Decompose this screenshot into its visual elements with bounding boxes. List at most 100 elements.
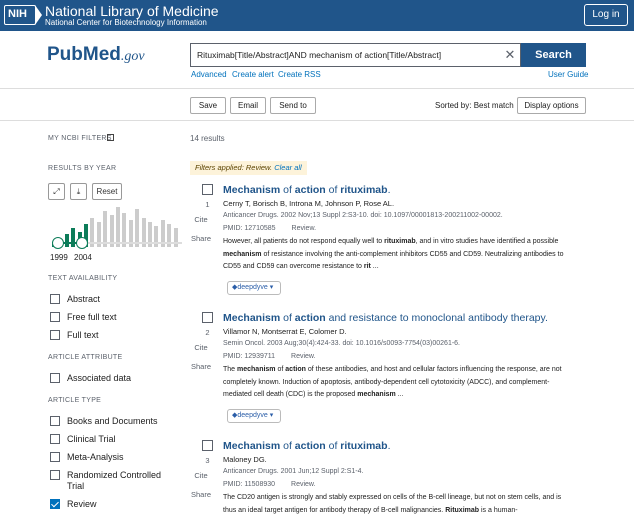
histogram-bar[interactable] [64,234,69,247]
histogram-bar[interactable] [116,207,120,247]
article-title-link[interactable]: Mechanism of action and resistance to mo… [223,312,548,324]
snippet-fragment: mechanism [223,250,262,258]
article-snippet: However, all patients do not respond equ… [223,236,568,274]
advanced-link[interactable]: Advanced [191,70,227,79]
article-title-link[interactable]: Mechanism of action of rituximab. [223,440,390,452]
title-fragment: action [294,184,326,196]
close-icon[interactable]: ✕ [502,46,518,64]
snippet-fragment: mechanism [357,391,396,398]
title-fragment: of [280,440,295,452]
display-options-button[interactable]: Display options [517,97,586,114]
associated-data-checkbox[interactable] [50,373,60,383]
clear-all-link[interactable]: Clear all [274,163,302,172]
full-text-link-button[interactable]: ◆deepdyve ▾ [227,281,281,295]
article-pmid-row: PMID: 12710585 Review. [223,225,316,232]
title-fragment: . [387,440,391,452]
nih-header-bar: NIH National Library of Medicine Nationa… [0,0,634,31]
review-checkbox[interactable] [50,499,60,509]
snippet-fragment: rituximab [384,238,416,245]
filter-label[interactable]: Full text [67,330,99,341]
filter-label[interactable]: Randomized Controlled Trial [67,470,167,492]
clinical-trial-checkbox[interactable] [50,434,60,444]
share-button[interactable]: Share [190,362,212,371]
snippet-fragment: ... [395,391,404,398]
divider [0,120,634,121]
title-fragment: of [325,184,341,196]
search-button[interactable]: Search [521,43,586,67]
article-type: Review. [291,481,316,488]
year-start-handle[interactable] [52,237,64,249]
user-guide-link[interactable]: User Guide [548,70,588,79]
article-title-link[interactable]: Mechanism of action of rituximab. [223,184,390,196]
filter-label[interactable]: Meta-Analysis [67,452,124,463]
year-histogram[interactable] [52,203,182,247]
snippet-fragment: The [223,366,238,373]
article-checkbox[interactable] [202,440,213,451]
divider [0,88,634,89]
title-fragment: Mechanism [223,440,281,452]
create-alert-link[interactable]: Create alert [232,70,274,79]
histogram-bar[interactable] [71,228,76,247]
nih-logo[interactable]: NIH [4,4,42,25]
filter-label[interactable]: Free full text [67,312,117,323]
external-link-icon[interactable] [107,134,114,141]
share-button[interactable]: Share [190,490,212,499]
cite-button[interactable]: Cite [190,471,212,480]
article-number: 1 [205,200,210,209]
snippet-fragment: is a human- [479,506,518,514]
login-button[interactable]: Log in [584,4,628,26]
title-fragment: action [294,312,326,324]
create-rss-link[interactable]: Create RSS [278,70,321,79]
histogram-bar[interactable] [173,228,178,247]
save-button[interactable]: Save [190,97,226,114]
title-fragment: action [294,440,326,452]
filter-label[interactable]: Abstract [67,294,100,305]
title-fragment: of [325,440,341,452]
year-start-label: 1999 [50,253,68,262]
full-text-link-button[interactable]: ◆deepdyve ▾ [227,409,281,423]
filter-label[interactable]: Books and Documents [67,416,158,427]
snippet-fragment: action [285,366,306,373]
free-full-text-checkbox[interactable] [50,312,60,322]
cite-button[interactable]: Cite [190,215,212,224]
text-availability-heading: TEXT AVAILABILITY [48,275,118,282]
expand-icon[interactable]: ⤢ [48,183,65,200]
books-documents-checkbox[interactable] [50,416,60,426]
article-checkbox[interactable] [202,184,213,195]
snippet-fragment: rit [363,263,371,270]
pubmed-logo[interactable]: PubMed.gov [47,44,145,66]
sort-label[interactable]: Sorted by: Best match [435,101,514,110]
reset-button[interactable]: Reset [92,183,122,200]
snippet-fragment: mechanism [237,366,276,373]
article-type: Review. [291,225,317,232]
article-type-heading: ARTICLE TYPE [48,397,102,404]
article-snippet: The mechanism of action of these antibod… [223,364,568,402]
snippet-fragment: ... [370,263,379,270]
filter-label[interactable]: Clinical Trial [67,434,116,445]
snippet-fragment: of resistance involving the anti-complem… [223,250,564,271]
article-number: 3 [205,456,210,465]
my-filters-heading[interactable]: MY NCBI FILTERS [48,135,112,142]
article-citation: Semin Oncol. 2003 Aug;30(4):424-33. doi:… [223,340,461,347]
rct-checkbox[interactable] [50,470,60,480]
filter-label[interactable]: Associated data [67,373,131,384]
org-name[interactable]: National Library of Medicine [45,3,219,19]
year-end-handle[interactable] [76,237,88,249]
filter-label[interactable]: Review [67,499,97,510]
send-to-button[interactable]: Send to [270,97,316,114]
share-button[interactable]: Share [190,234,212,243]
article-checkbox[interactable] [202,312,213,323]
org-subtitle: National Center for Biotechnology Inform… [45,18,207,27]
search-input[interactable]: Rituximab[Title/Abstract]AND mechanism o… [190,43,521,67]
title-fragment: rituximab [340,184,388,196]
email-button[interactable]: Email [230,97,266,114]
full-text-checkbox[interactable] [50,330,60,340]
article-pmid: PMID: 11508930 [223,481,276,488]
download-icon[interactable]: ⤓ [70,183,87,200]
article-pmid: PMID: 12939711 [223,353,276,360]
cite-button[interactable]: Cite [190,343,212,352]
meta-analysis-checkbox[interactable] [50,452,60,462]
title-fragment: . [387,184,391,196]
title-fragment: of [280,184,295,196]
abstract-checkbox[interactable] [50,294,60,304]
